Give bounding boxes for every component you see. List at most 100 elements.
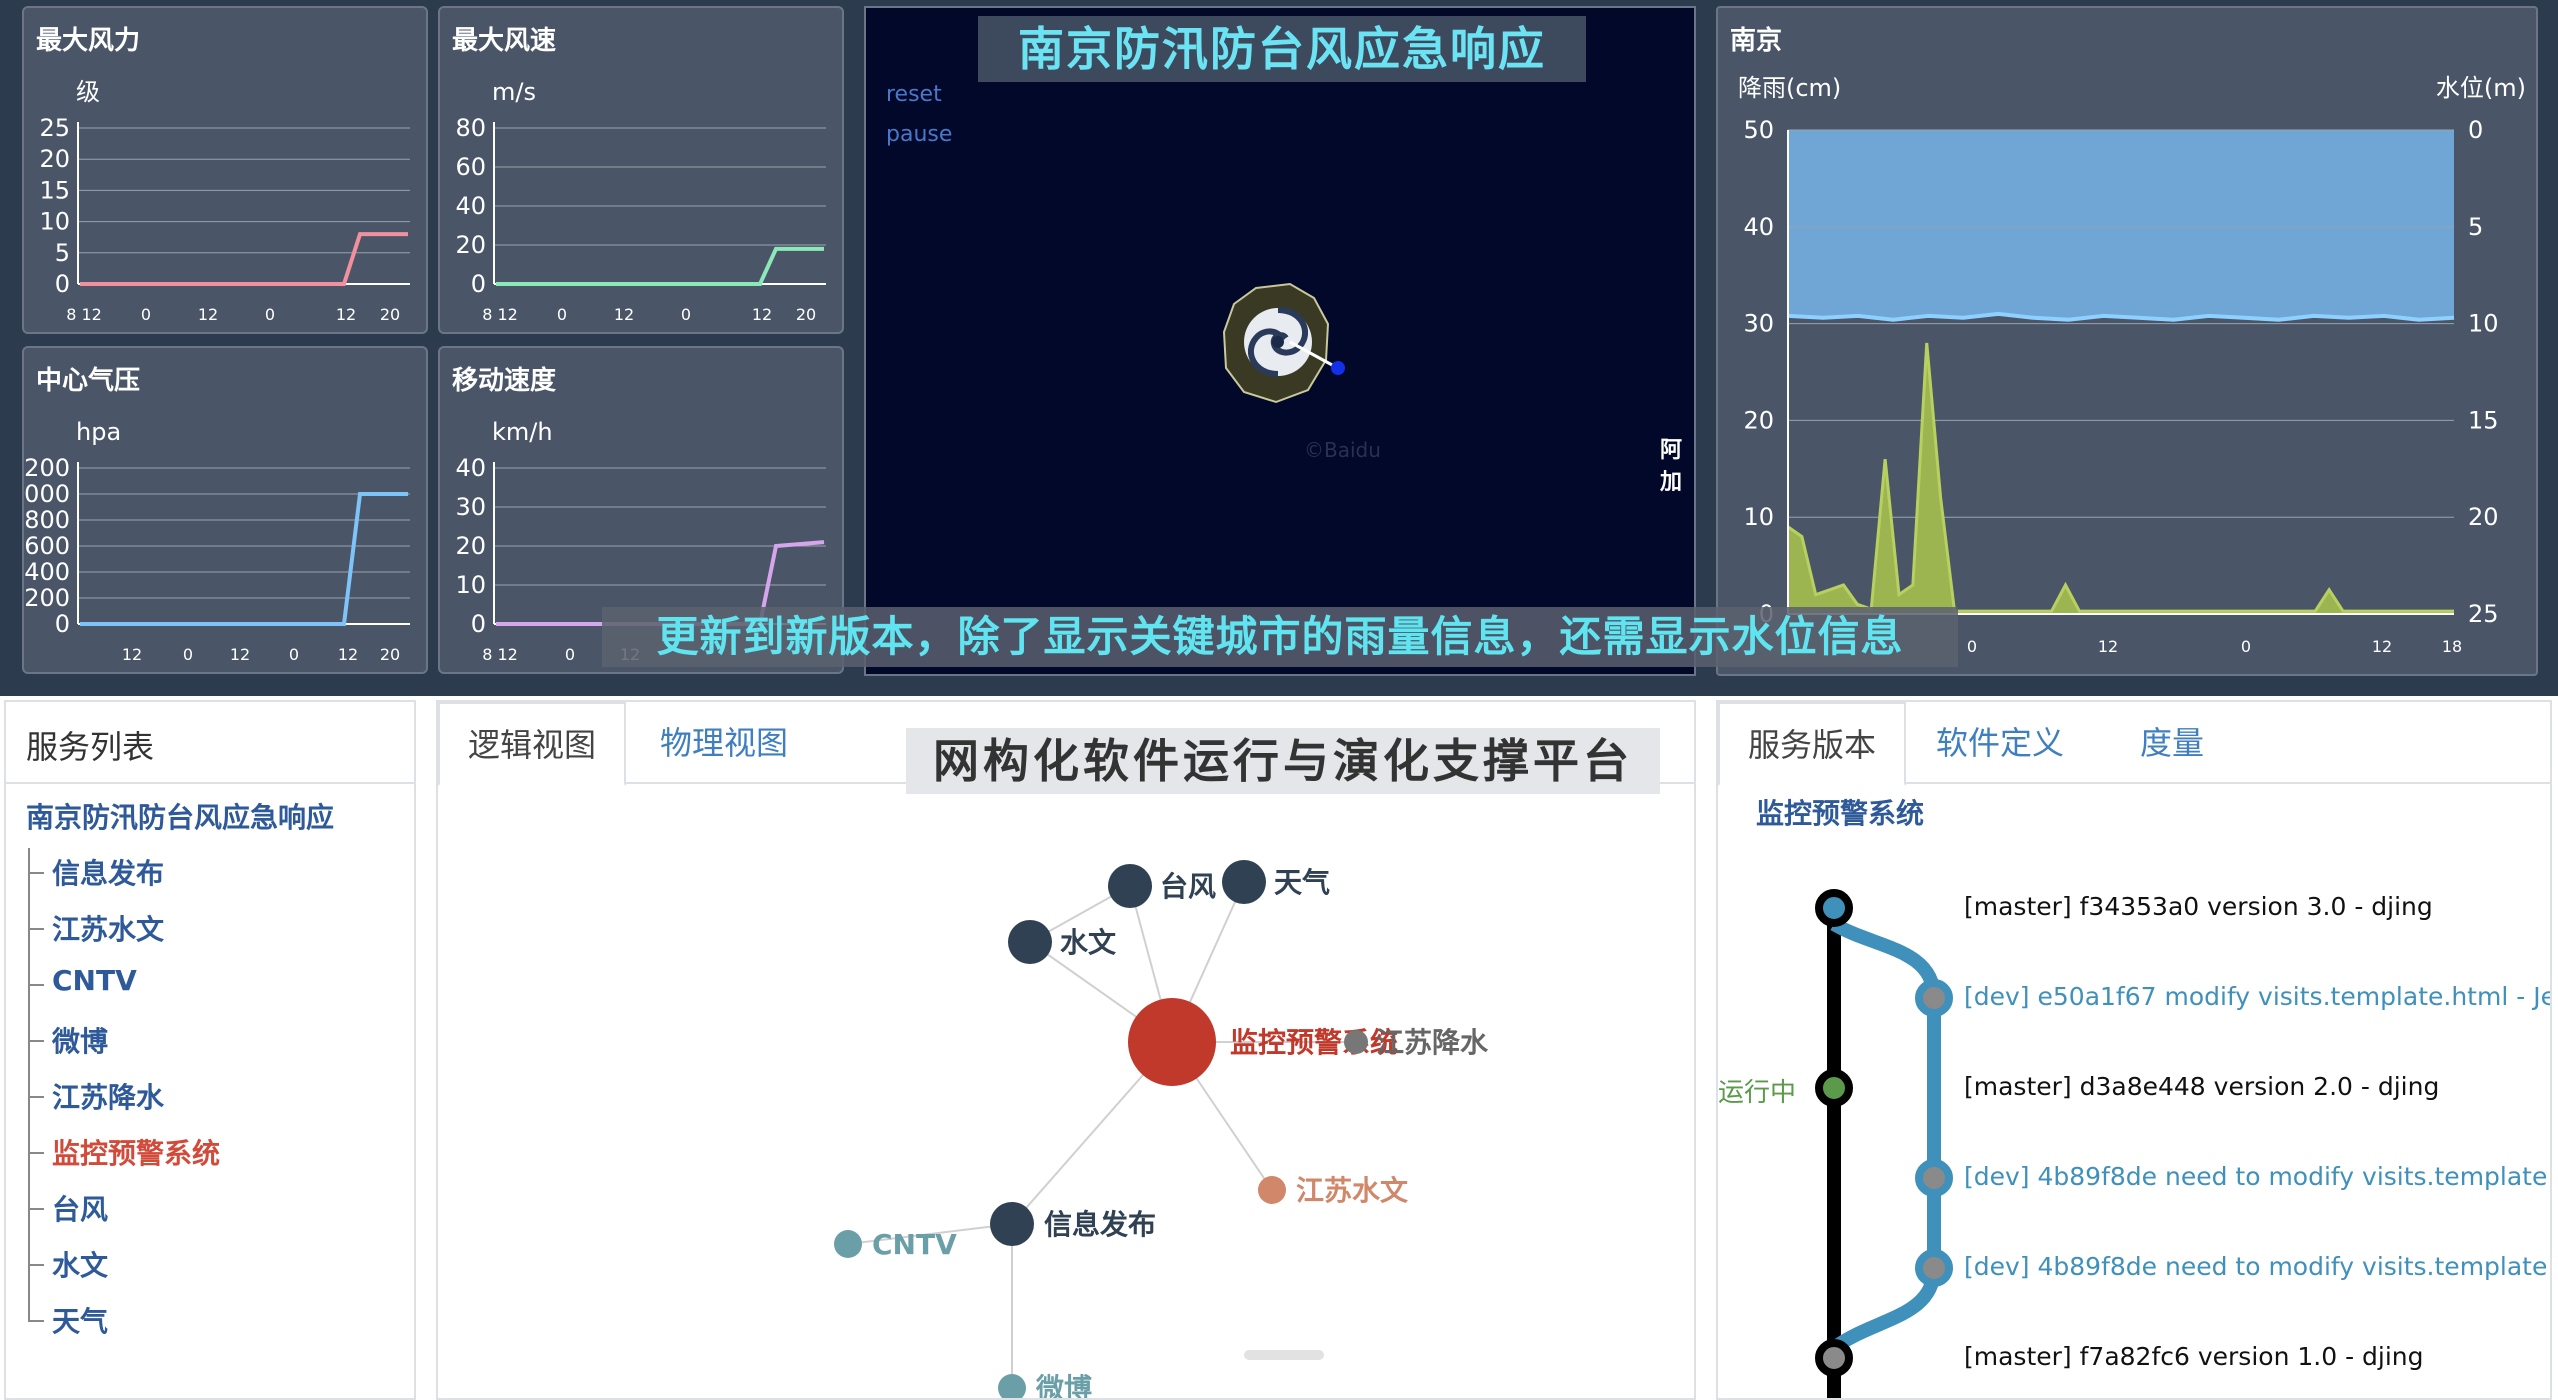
graph-node <box>1222 860 1266 904</box>
x-tick-label: 0 <box>265 305 275 324</box>
center-pressure-chart: hpa1,2001,00080060040020001201201220 <box>24 418 410 664</box>
graph-node-label: 江苏水文 <box>1296 1174 1408 1207</box>
x-tick-label: 20 <box>796 305 816 324</box>
right-tick-label: 20 <box>2468 503 2499 531</box>
graph-node <box>1008 920 1052 964</box>
tree-tick <box>28 984 44 986</box>
reset-link[interactable]: reset <box>886 82 942 107</box>
y-tick-label: 20 <box>39 145 70 173</box>
commit-label[interactable]: [dev] 4b89f8de need to modify visits.tem… <box>1964 1162 2550 1191</box>
left-tick-label: 20 <box>1743 406 1774 434</box>
unit-label: hpa <box>76 418 121 446</box>
series-line <box>496 246 824 286</box>
graph-node-label: 天气 <box>1274 866 1330 899</box>
x-tick-label: 0 <box>2241 637 2251 656</box>
commit-node <box>1815 1339 1853 1377</box>
nanjing-chart: 降雨(cm)水位(m)50403020100051015202501201218 <box>1738 74 2526 656</box>
y-tick-label: 40 <box>455 454 486 482</box>
service-tree-item[interactable]: 江苏降水 <box>52 1076 164 1116</box>
commit-label[interactable]: [master] f34353a0 version 3.0 - djing <box>1964 892 2433 921</box>
x-tick-label: 12 <box>2372 637 2392 656</box>
left-tick-label: 40 <box>1743 213 1774 241</box>
unit-label: km/h <box>492 418 553 446</box>
tree-connector <box>28 848 30 1320</box>
graph-node <box>1128 998 1216 1086</box>
x-tick-label: 12 <box>122 645 142 664</box>
service-tree-item[interactable]: 信息发布 <box>52 852 164 892</box>
service-list-panel: 服务列表 南京防汛防台风应急响应 信息发布江苏水文 CNTV 微博江苏降水监控预警系… <box>4 700 416 1400</box>
right-tick-label: 10 <box>2468 310 2499 338</box>
x-tick-label: 0 <box>681 305 691 324</box>
commit-label[interactable]: [dev] 4b89f8de need to modify visits.tem… <box>1964 1252 2550 1281</box>
tree-tick <box>28 1264 44 1266</box>
right-tick-label: 15 <box>2468 406 2499 434</box>
tree-tick <box>28 928 44 930</box>
service-tree-item[interactable]: 天气 <box>52 1300 108 1340</box>
pause-link[interactable]: pause <box>886 122 952 147</box>
y-tick-label: 80 <box>455 114 486 142</box>
tab-metrics[interactable]: 度量 <box>2112 702 2232 786</box>
video-subtitle: 更新到新版本，除了显示关键城市的雨量信息，还需显示水位信息 <box>602 607 1958 667</box>
service-tree-item[interactable]: 江苏水文 <box>52 908 164 948</box>
y-tick-label: 0 <box>471 270 486 298</box>
commit-label[interactable]: [master] d3a8e448 version 2.0 - djing <box>1964 1072 2439 1101</box>
typhoon-map[interactable]: 南京防汛防台风应急响应 reset pause ©Baidu 阿加 <box>864 6 1696 676</box>
x-tick-label: 20 <box>380 645 400 664</box>
git-graph <box>1815 889 1953 1398</box>
x-tick-label: 0 <box>183 645 193 664</box>
graph-node <box>990 1202 1034 1246</box>
service-graph[interactable]: 监控预警系统 台风 天气水文江苏降水江苏水文信息发布 CNTV 微博 <box>438 702 1694 1398</box>
graph-panel: 逻辑视图 物理视图 网构化软件运行与演化支撑平台 监控预警系统 台风 天气 水文 江苏降… <box>436 700 1696 1400</box>
x-tick-label: 0 <box>565 645 575 664</box>
x-tick-label: 0 <box>557 305 567 324</box>
typhoon-icon[interactable] <box>1216 280 1356 410</box>
y-tick-label: 10 <box>455 571 486 599</box>
right-axis-label: 水位(m) <box>2436 74 2526 102</box>
graph-node-label: 信息发布 <box>1044 1208 1156 1241</box>
x-tick-label: 12 <box>336 305 356 324</box>
service-tree-item[interactable]: 台风 <box>52 1188 108 1228</box>
service-tree-item[interactable]: 水文 <box>52 1244 108 1284</box>
max-wind-force-chart: 级25 20 15 10 5 0 8 12 0 12 0 12 20 <box>39 78 410 324</box>
graph-node-label: 微博 <box>1035 1372 1092 1398</box>
version-panel: 服务版本 软件定义 度量 监控预警系统 运行中 [master] f34353a… <box>1716 700 2552 1400</box>
service-list-header: 服务列表 <box>6 702 414 784</box>
water-level-area <box>1788 130 2454 320</box>
map-title: 南京防汛防台风应急响应 <box>978 16 1586 82</box>
y-tick-label: 40 <box>455 192 486 220</box>
x-tick-label: 12 <box>198 305 218 324</box>
x-tick-label: 8 12 <box>482 305 518 324</box>
y-tick-label: 20 <box>455 532 486 560</box>
x-tick-label: 12 <box>338 645 358 664</box>
x-tick-label: 0 <box>1967 637 1977 656</box>
y-tick-label: 30 <box>455 493 486 521</box>
max-wind-force-panel: 最大风力 级 25 20 15 10 5 0 8 12 0 12 0 12 20 <box>22 6 428 334</box>
commit-node <box>1815 1069 1853 1107</box>
x-tick-label: 12 <box>2098 637 2118 656</box>
y-tick-label: 0 <box>55 610 70 638</box>
center-pressure-panel: 中心气压 hpa1,2001,0008006004002000120120122… <box>22 346 428 674</box>
x-tick-label: 12 <box>614 305 634 324</box>
y-tick-label: 1,200 <box>24 454 70 482</box>
service-tree-item[interactable]: 微博 <box>52 1020 108 1060</box>
right-tick-label: 5 <box>2468 213 2483 241</box>
y-tick-label: 400 <box>24 558 70 586</box>
tree-tick <box>28 1320 44 1322</box>
y-tick-label: 600 <box>24 532 70 560</box>
graph-node-label: 台风 <box>1160 870 1216 903</box>
map-place-label: 阿加 <box>1660 438 1683 495</box>
x-tick-label: 12 <box>230 645 250 664</box>
graph-node <box>834 1230 862 1258</box>
commit-label[interactable]: [dev] e50a1f67 modify visits.template.ht… <box>1964 982 2550 1011</box>
right-tick-label: 25 <box>2468 600 2499 628</box>
service-tree-root[interactable]: 南京防汛防台风应急响应 <box>26 796 334 836</box>
service-tree-item[interactable]: 监控预警系统 <box>52 1132 220 1172</box>
tree-tick <box>28 1096 44 1098</box>
right-tick-label: 0 <box>2468 116 2483 144</box>
nanjing-panel: 南京 降雨(cm)水位(m)50403020100051015202501201… <box>1716 6 2538 676</box>
service-tree-item[interactable]: CNTV <box>52 964 137 997</box>
max-wind-speed-panel: 最大风速 m/s 80 60 40 20 0 8 12 0 12 0 12 20 <box>438 6 844 334</box>
tree-tick <box>28 1152 44 1154</box>
commit-label[interactable]: [master] f7a82fc6 version 1.0 - djing <box>1964 1342 2424 1371</box>
y-tick-label: 25 <box>39 114 70 142</box>
